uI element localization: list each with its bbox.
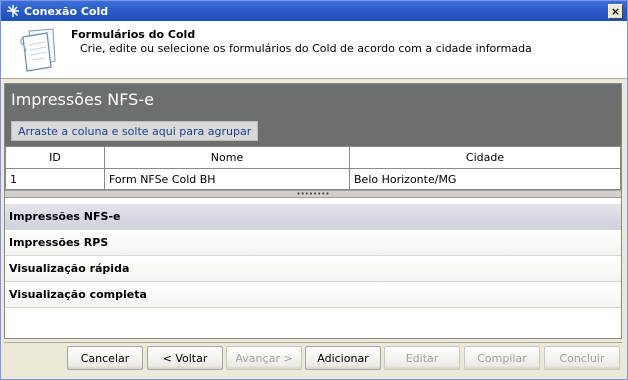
section-impressoes-nfse[interactable]: Impressões NFS-e [5, 204, 621, 230]
grid-header: Impressões NFS-e Arraste a coluna e solt… [5, 84, 621, 146]
column-header-nome[interactable]: Nome [104, 146, 350, 169]
back-button[interactable]: < Voltar [147, 346, 223, 370]
close-button[interactable]: × [608, 3, 623, 19]
title-bar[interactable]: Conexão Cold × [1, 1, 627, 21]
section-label: Visualização rápida [9, 262, 130, 275]
window-title: Conexão Cold [24, 4, 109, 18]
header-title: Formulários do Cold [71, 28, 196, 41]
table-header-row: ID Nome Cidade [5, 146, 621, 169]
wizard-header: Formulários do Cold Crie, edite ou selec… [1, 21, 627, 79]
grid-title: Impressões NFS-e [11, 90, 154, 109]
forms-table: ID Nome Cidade 1 Form NFSe Cold BH Belo … [5, 146, 621, 190]
section-impressoes-rps[interactable]: Impressões RPS [5, 230, 621, 256]
finish-button[interactable]: Concluir [544, 346, 620, 370]
document-icon [20, 28, 56, 72]
panel-splitter[interactable]: •••••••• [5, 190, 621, 198]
grip-icon: •••••••• [296, 189, 330, 198]
section-list: Impressões NFS-e Impressões RPS Visualiz… [5, 204, 621, 308]
section-label: Impressões RPS [9, 236, 109, 249]
add-button[interactable]: Adicionar [305, 346, 381, 370]
column-header-cidade[interactable]: Cidade [349, 146, 621, 169]
cell-cidade[interactable]: Belo Horizonte/MG [349, 168, 621, 190]
button-bar: Cancelar < Voltar Avançar > Adicionar Ed… [4, 342, 622, 376]
table-row[interactable]: 1 Form NFSe Cold BH Belo Horizonte/MG [5, 168, 621, 190]
column-header-id[interactable]: ID [5, 146, 105, 169]
cell-id[interactable]: 1 [5, 168, 105, 190]
wizard-window: Conexão Cold × Formulários do Cold Crie,… [0, 0, 628, 380]
app-icon [5, 3, 21, 19]
close-icon: × [610, 4, 621, 18]
header-subtitle: Crie, edite ou selecione os formulários … [80, 42, 532, 55]
group-by-drop-area[interactable]: Arraste a coluna e solte aqui para agrup… [11, 121, 259, 141]
edit-button[interactable]: Editar [384, 346, 460, 370]
section-label: Impressões NFS-e [9, 210, 121, 223]
section-label: Visualização completa [9, 288, 147, 301]
forms-grid-panel: Impressões NFS-e Arraste a coluna e solt… [4, 83, 622, 339]
cancel-button[interactable]: Cancelar [67, 346, 143, 370]
cell-nome[interactable]: Form NFSe Cold BH [104, 168, 350, 190]
section-visualizacao-rapida[interactable]: Visualização rápida [5, 256, 621, 282]
next-button[interactable]: Avançar > [226, 346, 302, 370]
compile-button[interactable]: Compilar [464, 346, 540, 370]
section-visualizacao-completa[interactable]: Visualização completa [5, 282, 621, 308]
